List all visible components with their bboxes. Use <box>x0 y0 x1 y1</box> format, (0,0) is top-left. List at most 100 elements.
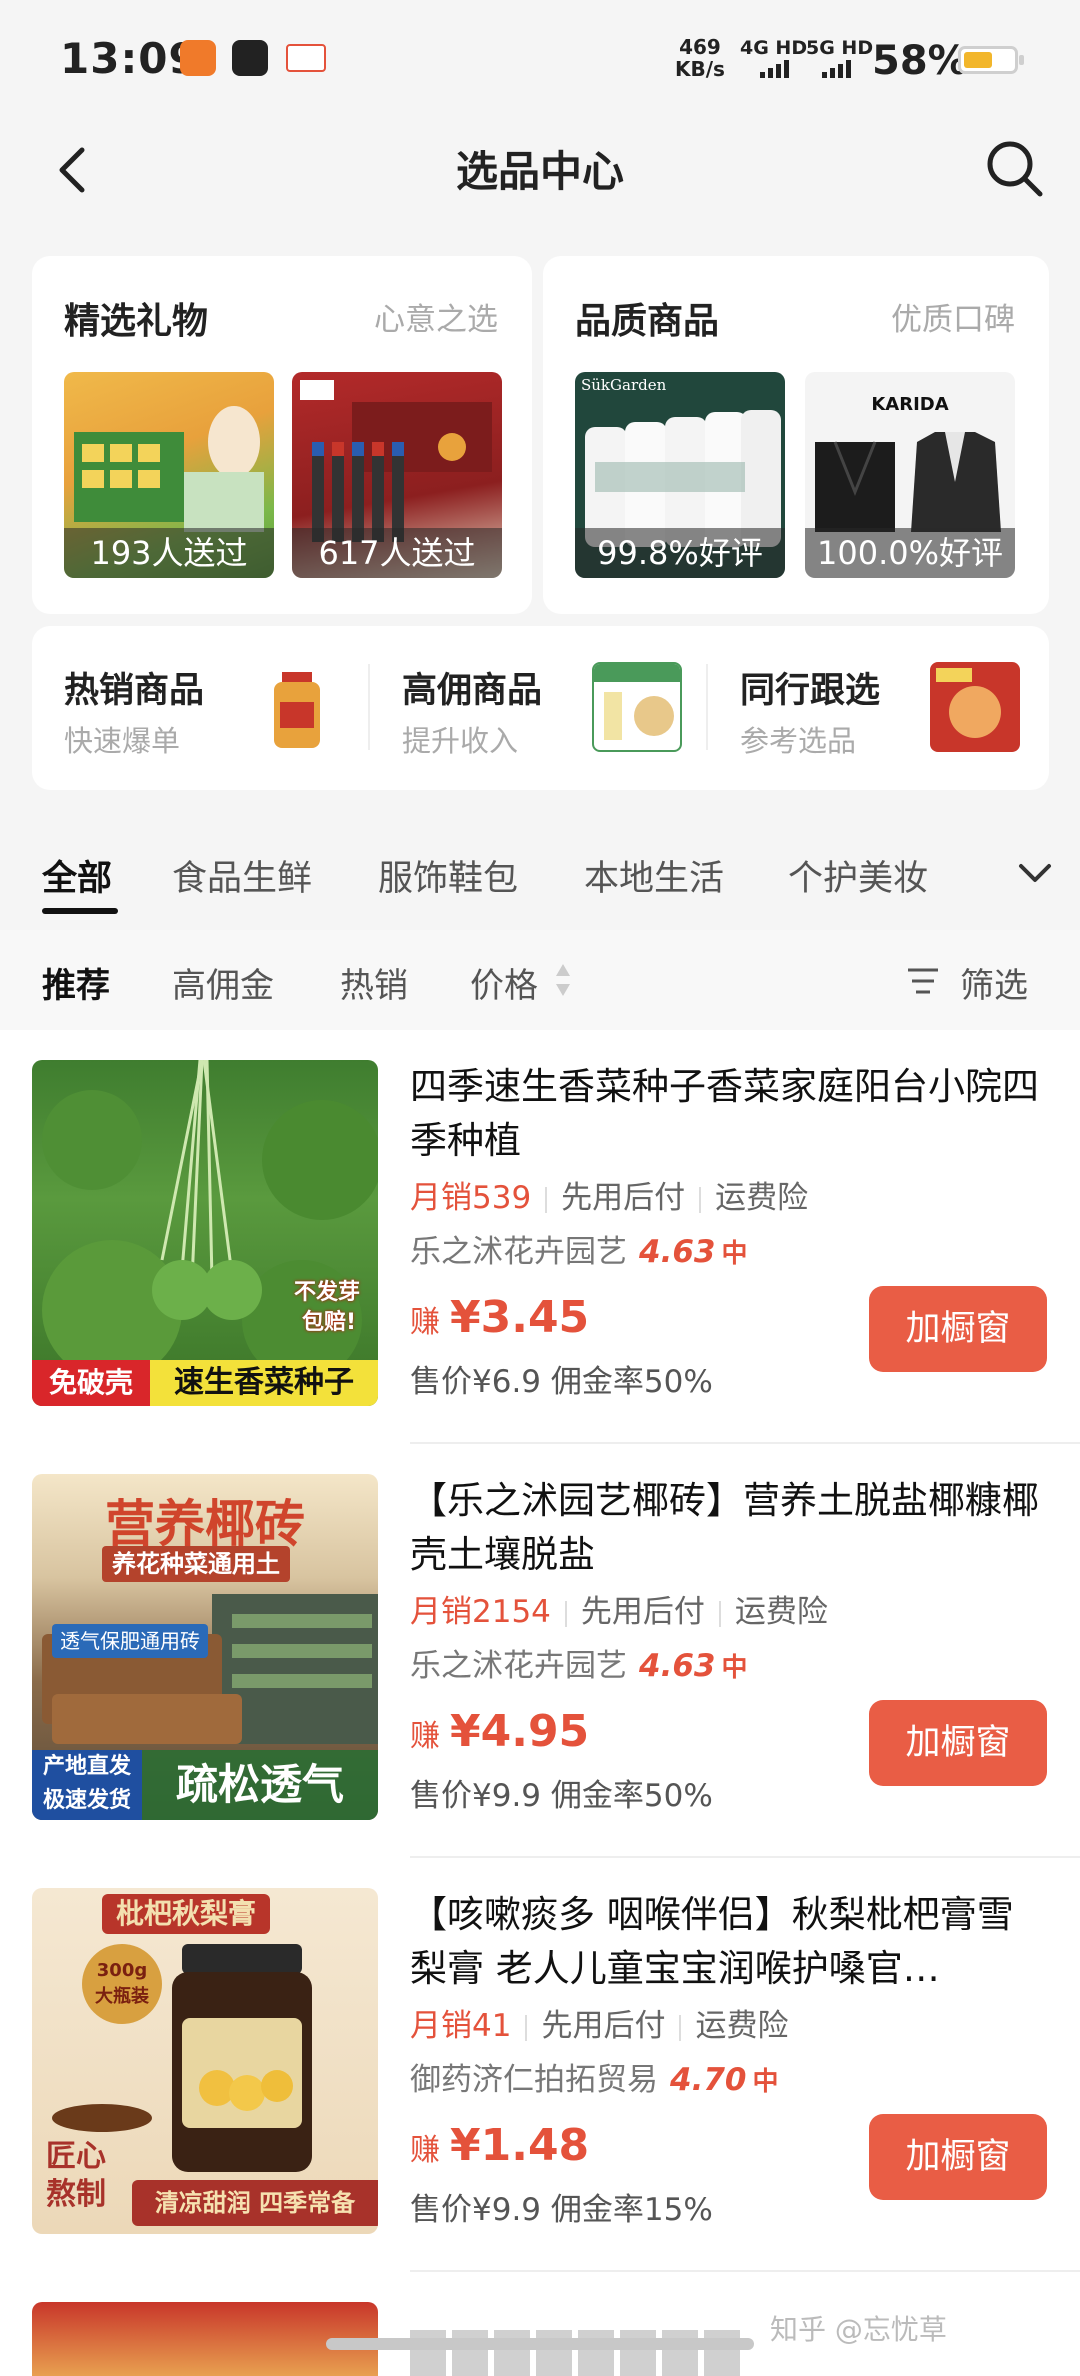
product-title[interactable]: 【乐之沭园艺椰砖】营养土脱盐椰糠椰壳土壤脱盐 <box>410 1474 1040 1582</box>
shop-score: 4.63 <box>639 1648 716 1684</box>
page-title: 选品中心 <box>455 147 624 196</box>
featured-gifts-subtitle: 心意之选 <box>374 302 498 338</box>
sort-hot[interactable]: 热销 <box>340 958 408 1007</box>
sim2-signal: 5G HD <box>806 37 874 59</box>
expand-categories-button[interactable] <box>985 830 1080 920</box>
product-image-label: 清凉甜润 四季常备 <box>132 2180 378 2226</box>
tab-food-fresh[interactable]: 食品生鲜 <box>172 850 312 901</box>
product-tags: 月销539 先用后付 运费险 <box>410 1172 808 1217</box>
shop-info: 御药济仁拍拓贸易 4.70 中 <box>410 2054 779 2099</box>
cilantro-image <box>42 1060 378 1380</box>
shortcut-subtitle: 提升收入 <box>402 724 519 758</box>
shortcut-title: 高佣商品 <box>402 671 543 711</box>
shop-info: 乐之沭花卉园艺 4.63 中 <box>410 1226 748 1271</box>
search-icon[interactable] <box>980 134 1050 204</box>
shortcut-peer-selection[interactable]: 同行跟选 参考选品 <box>708 626 1049 790</box>
quality-thumbnail[interactable]: SükGarden 99.8%好评 <box>575 372 785 578</box>
sort-recommend[interactable]: 推荐 <box>42 958 110 1007</box>
shortcut-hot-products[interactable]: 热销商品 快速爆单 <box>32 626 366 790</box>
soybean-drink-icon <box>592 662 682 752</box>
earn-amount: ¥1.48 <box>450 2120 590 2171</box>
tab-apparel[interactable]: 服饰鞋包 <box>378 850 518 901</box>
add-to-showcase-button[interactable]: 加橱窗 <box>869 2114 1047 2200</box>
product-image-label: 养花种菜通用土 <box>102 1546 290 1582</box>
quality-products-card[interactable]: 品质商品 优质口碑 SükGarden 99.8%好评 KARIDA 100.0… <box>543 256 1049 614</box>
top-navigation-bar: 选品中心 <box>0 120 1080 250</box>
pay-later-tag: 先用后付 <box>561 1180 686 1216</box>
sort-bar: 推荐 高佣金 热销 价格 筛选 <box>0 930 1080 1030</box>
home-indicator[interactable] <box>326 2338 754 2350</box>
commission-earn: 赚 ¥3.45 <box>410 1292 589 1343</box>
shop-score: 4.63 <box>639 1234 716 1270</box>
pay-later-tag: 先用后付 <box>580 1594 705 1630</box>
price-commission-rate: 售价¥9.9 佣金率15% <box>410 2192 713 2228</box>
cleaner-brand: SükGarden <box>581 376 667 394</box>
product-item[interactable]: 枇杷秋梨膏 300g 大瓶装 匠心 熬制 清凉甜润 四季常备 【咳嗽痰多 咽喉伴侣】… <box>0 1858 1080 2272</box>
shortcut-high-commission[interactable]: 高佣商品 提升收入 <box>370 626 706 790</box>
quality-products-subtitle: 优质口碑 <box>891 302 1015 338</box>
shipping-insurance-tag: 运费险 <box>715 1180 809 1216</box>
product-item-partial[interactable] <box>32 2302 378 2376</box>
net-speed: 469 KB/s <box>675 35 725 81</box>
product-tags: 月销2154 先用后付 运费险 <box>410 1586 828 1631</box>
quality-caption: 100.0%好评 <box>805 528 1015 578</box>
product-tags: 月销41 先用后付 运费险 <box>410 2000 788 2045</box>
app-notification-icon <box>180 40 216 76</box>
shop-score: 4.70 <box>670 2062 747 2098</box>
gift-caption: 193人送过 <box>64 528 274 578</box>
quality-thumbnail[interactable]: KARIDA 100.0%好评 <box>805 372 1015 578</box>
commission-earn: 赚 ¥1.48 <box>410 2120 589 2171</box>
pay-later-tag: 先用后付 <box>541 2008 666 2044</box>
featured-gifts-title: 精选礼物 <box>64 301 209 342</box>
sort-high-commission[interactable]: 高佣金 <box>172 958 274 1007</box>
product-image-label: 疏松透气 <box>142 1750 378 1820</box>
earn-amount: ¥4.95 <box>450 1706 590 1757</box>
shortcut-subtitle: 参考选品 <box>740 724 857 758</box>
earn-label: 赚 <box>410 1719 440 1754</box>
earn-amount: ¥3.45 <box>450 1292 590 1343</box>
shop-level: 中 <box>721 1653 748 1683</box>
featured-gifts-card[interactable]: 精选礼物 心意之选 193人送过 617人送过 <box>32 256 532 614</box>
sim1-signal: 4G HD <box>740 37 808 59</box>
product-image-label: 枇杷秋梨膏 <box>102 1894 271 1934</box>
product-item[interactable]: 不发芽 包赔! 免破壳 速生香菜种子 四季速生香菜种子香菜家庭阳台小院四季种植 … <box>0 1030 1080 1444</box>
battery-icon <box>958 46 1024 74</box>
add-to-showcase-button[interactable]: 加橱窗 <box>869 1286 1047 1372</box>
gift-caption: 617人送过 <box>292 528 502 578</box>
tab-local-life[interactable]: 本地生活 <box>584 850 724 901</box>
product-image: 不发芽 包赔! 免破壳 速生香菜种子 <box>32 1060 378 1406</box>
commission-earn: 赚 ¥4.95 <box>410 1706 589 1757</box>
filter-icon[interactable] <box>904 962 942 1000</box>
status-bar: 13:09 469 KB/s 4G HD 5G HD 58% <box>0 0 1080 120</box>
filter-button[interactable]: 筛选 <box>960 958 1028 1007</box>
gift-thumbnail[interactable]: 617人送过 <box>292 372 502 578</box>
watermark: 知乎 @忘忧草 <box>770 2313 947 2346</box>
oil-bottle-icon <box>252 662 342 752</box>
shortcut-title: 同行跟选 <box>740 671 881 711</box>
shop-name: 乐之沭花卉园艺 <box>410 1648 627 1684</box>
gift-thumbnail[interactable]: 193人送过 <box>64 372 274 578</box>
tab-beauty[interactable]: 个护美妆 <box>788 850 928 901</box>
tab-all[interactable]: 全部 <box>42 850 112 901</box>
product-title[interactable]: 【咳嗽痰多 咽喉伴侣】秋梨枇杷膏雪梨膏 老人儿童宝宝润喉护嗓官… <box>410 1888 1040 1996</box>
shipping-insurance-tag: 运费险 <box>695 2008 789 2044</box>
product-image: 营养椰砖 养花种菜通用土 透气保肥通用砖 产地直发 极速发货 疏松透气 <box>32 1474 378 1820</box>
chevron-down-icon <box>1019 864 1051 882</box>
battery-percent: 58% <box>872 38 968 84</box>
earn-label: 赚 <box>410 2133 440 2168</box>
active-tab-indicator <box>42 908 118 914</box>
item-divider <box>410 2270 1080 2272</box>
monthly-sales: 月销2154 <box>410 1594 551 1630</box>
product-item[interactable]: 营养椰砖 养花种菜通用土 透气保肥通用砖 产地直发 极速发货 疏松透气 【乐之沭园… <box>0 1444 1080 1858</box>
product-image-label: 免破壳 <box>32 1360 150 1406</box>
price-commission-rate: 售价¥6.9 佣金率50% <box>410 1364 713 1400</box>
product-title-partial <box>410 2330 740 2376</box>
monthly-sales: 月销539 <box>410 1180 532 1216</box>
sort-arrows-icon <box>556 964 570 996</box>
quality-products-title: 品质商品 <box>575 301 720 342</box>
price-commission-rate: 售价¥9.9 佣金率50% <box>410 1778 713 1814</box>
add-to-showcase-button[interactable]: 加橱窗 <box>869 1700 1047 1786</box>
product-title[interactable]: 四季速生香菜种子香菜家庭阳台小院四季种植 <box>410 1060 1040 1168</box>
shop-level: 中 <box>752 2067 779 2097</box>
sort-price[interactable]: 价格 <box>470 958 538 1007</box>
